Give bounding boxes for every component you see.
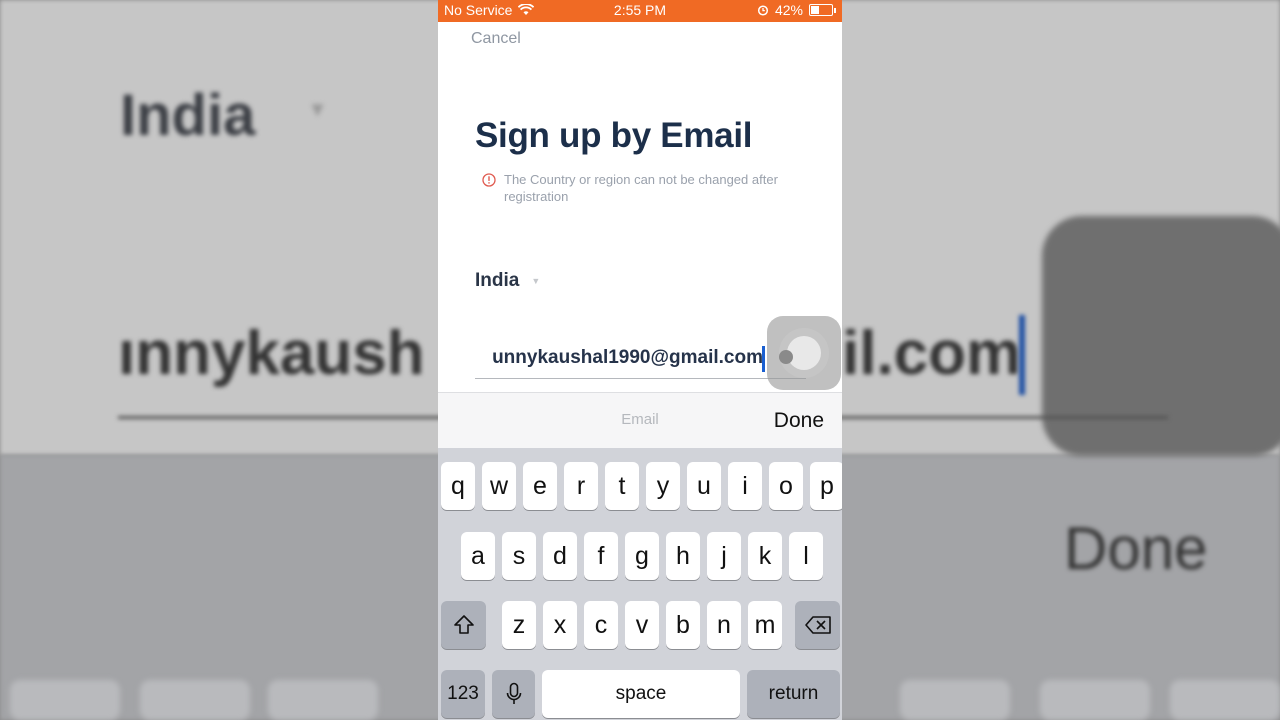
key-q[interactable]: q bbox=[441, 462, 475, 510]
shift-icon bbox=[453, 615, 474, 634]
chevron-down-icon: ▼ bbox=[531, 276, 541, 286]
key-y[interactable]: y bbox=[646, 462, 680, 510]
key-w[interactable]: w bbox=[482, 462, 516, 510]
key-f[interactable]: f bbox=[584, 532, 618, 580]
battery-tip bbox=[834, 7, 836, 13]
key-a[interactable]: a bbox=[461, 532, 495, 580]
email-input[interactable] bbox=[471, 342, 763, 374]
key-m[interactable]: m bbox=[748, 601, 782, 649]
done-button[interactable]: Done bbox=[774, 409, 824, 433]
key-u[interactable]: u bbox=[687, 462, 721, 510]
keyboard-accessory-bar: Email Done bbox=[438, 392, 842, 449]
page-title: Sign up by Email bbox=[475, 116, 753, 155]
assistive-touch-button[interactable] bbox=[767, 316, 841, 390]
key-k[interactable]: k bbox=[748, 532, 782, 580]
key-v[interactable]: v bbox=[625, 601, 659, 649]
country-label: India bbox=[475, 270, 520, 291]
status-right: 42% bbox=[757, 2, 836, 18]
cancel-button[interactable]: Cancel bbox=[471, 30, 521, 48]
backdrop-email-right: il.com bbox=[842, 319, 1022, 388]
backdrop-caret-icon: ▾ bbox=[312, 96, 324, 121]
key-l[interactable]: l bbox=[789, 532, 823, 580]
backdrop-done: Done bbox=[1064, 515, 1208, 582]
return-key[interactable]: return bbox=[747, 670, 840, 718]
notice-text: The Country or region can not be changed… bbox=[504, 172, 778, 204]
clear-icon bbox=[779, 350, 793, 364]
backdrop-assistive-touch bbox=[1042, 216, 1280, 456]
text-cursor bbox=[762, 346, 765, 372]
key-j[interactable]: j bbox=[707, 532, 741, 580]
key-x[interactable]: x bbox=[543, 601, 577, 649]
backspace-key[interactable] bbox=[795, 601, 840, 649]
space-key[interactable]: space bbox=[542, 670, 740, 718]
key-o[interactable]: o bbox=[769, 462, 803, 510]
keyboard: qwertyuiop asdfghjkl zxcvbnm 123 space r… bbox=[438, 448, 842, 720]
info-icon bbox=[482, 173, 496, 187]
dictation-key[interactable] bbox=[492, 670, 535, 718]
key-n[interactable]: n bbox=[707, 601, 741, 649]
key-z[interactable]: z bbox=[502, 601, 536, 649]
backdrop-cursor bbox=[1019, 315, 1025, 395]
key-g[interactable]: g bbox=[625, 532, 659, 580]
key-i[interactable]: i bbox=[728, 462, 762, 510]
email-field-wrapper bbox=[471, 342, 806, 379]
battery-percent: 42% bbox=[774, 2, 803, 18]
backspace-icon bbox=[804, 616, 831, 634]
key-h[interactable]: h bbox=[666, 532, 700, 580]
phone-screen: No Service 2:55 PM 42% Cancel Sign up by… bbox=[438, 0, 842, 720]
status-bar: No Service 2:55 PM 42% bbox=[438, 0, 842, 22]
key-d[interactable]: d bbox=[543, 532, 577, 580]
key-s[interactable]: s bbox=[502, 532, 536, 580]
alarm-icon bbox=[757, 5, 769, 16]
microphone-icon bbox=[506, 682, 521, 704]
registration-notice: The Country or region can not be changed… bbox=[482, 171, 792, 205]
numbers-key[interactable]: 123 bbox=[441, 670, 485, 718]
shift-key[interactable] bbox=[441, 601, 486, 649]
key-p[interactable]: p bbox=[810, 462, 842, 510]
battery-icon bbox=[809, 4, 833, 16]
key-b[interactable]: b bbox=[666, 601, 700, 649]
country-selector[interactable]: India ▼ bbox=[475, 270, 540, 292]
key-e[interactable]: e bbox=[523, 462, 557, 510]
key-t[interactable]: t bbox=[605, 462, 639, 510]
backdrop-email-left: ınnykaush bbox=[118, 319, 425, 388]
backdrop-country: India bbox=[120, 83, 256, 148]
key-r[interactable]: r bbox=[564, 462, 598, 510]
key-c[interactable]: c bbox=[584, 601, 618, 649]
